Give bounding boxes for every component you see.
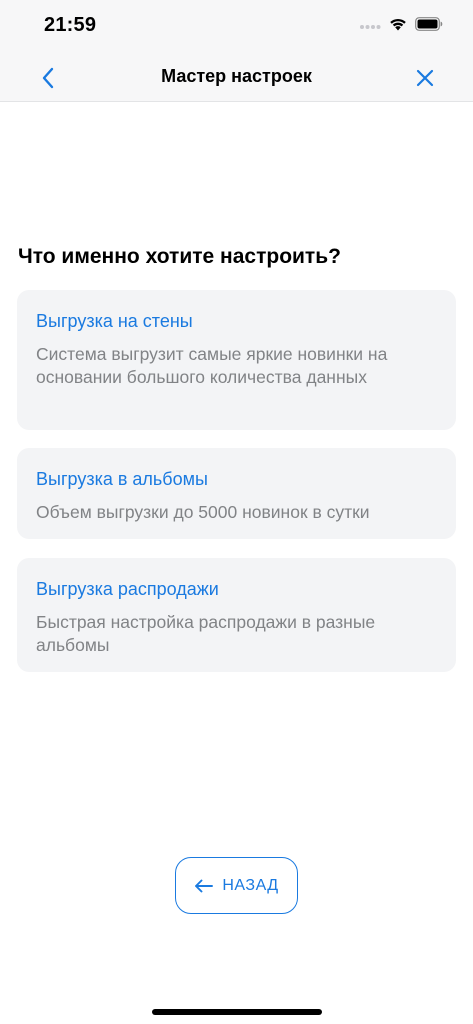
- option-title: Выгрузка распродажи: [36, 579, 219, 599]
- option-description: Быстрая настройка распродажи в разные ал…: [36, 612, 376, 655]
- option-album-upload[interactable]: Выгрузка в альбомы Объем выгрузки до 500…: [17, 448, 456, 539]
- wifi-icon: [389, 17, 407, 36]
- status-icons: [359, 17, 443, 36]
- option-title: Выгрузка в альбомы: [36, 469, 208, 489]
- option-description: Объем выгрузки до 5000 новинок в сутки: [36, 502, 370, 522]
- cellular-signal-icon: [359, 17, 381, 36]
- back-button[interactable]: НАЗАД: [175, 857, 298, 914]
- close-button[interactable]: [411, 64, 439, 92]
- option-title: Выгрузка на стены: [36, 311, 193, 331]
- option-wall-upload[interactable]: Выгрузка на стены Система выгрузит самые…: [17, 290, 456, 430]
- navigation-bar: Мастер настроек: [0, 52, 473, 102]
- question-heading: Что именно хотите настроить?: [18, 245, 341, 268]
- status-time: 21:59: [44, 14, 97, 36]
- status-bar: 21:59: [0, 0, 473, 52]
- battery-icon: [415, 17, 443, 36]
- back-button-label: НАЗАД: [222, 876, 279, 894]
- home-indicator[interactable]: [152, 1009, 322, 1015]
- close-icon: [416, 69, 434, 87]
- screen: 21:59 Мастер настроек Что именно хотите …: [0, 0, 473, 1024]
- page-title: Мастер настроек: [161, 66, 312, 86]
- arrow-left-icon: [195, 879, 214, 892]
- option-description: Система выгрузит самые яркие новинки на …: [36, 344, 388, 387]
- option-sale-upload[interactable]: Выгрузка распродажи Быстрая настройка ра…: [17, 558, 456, 672]
